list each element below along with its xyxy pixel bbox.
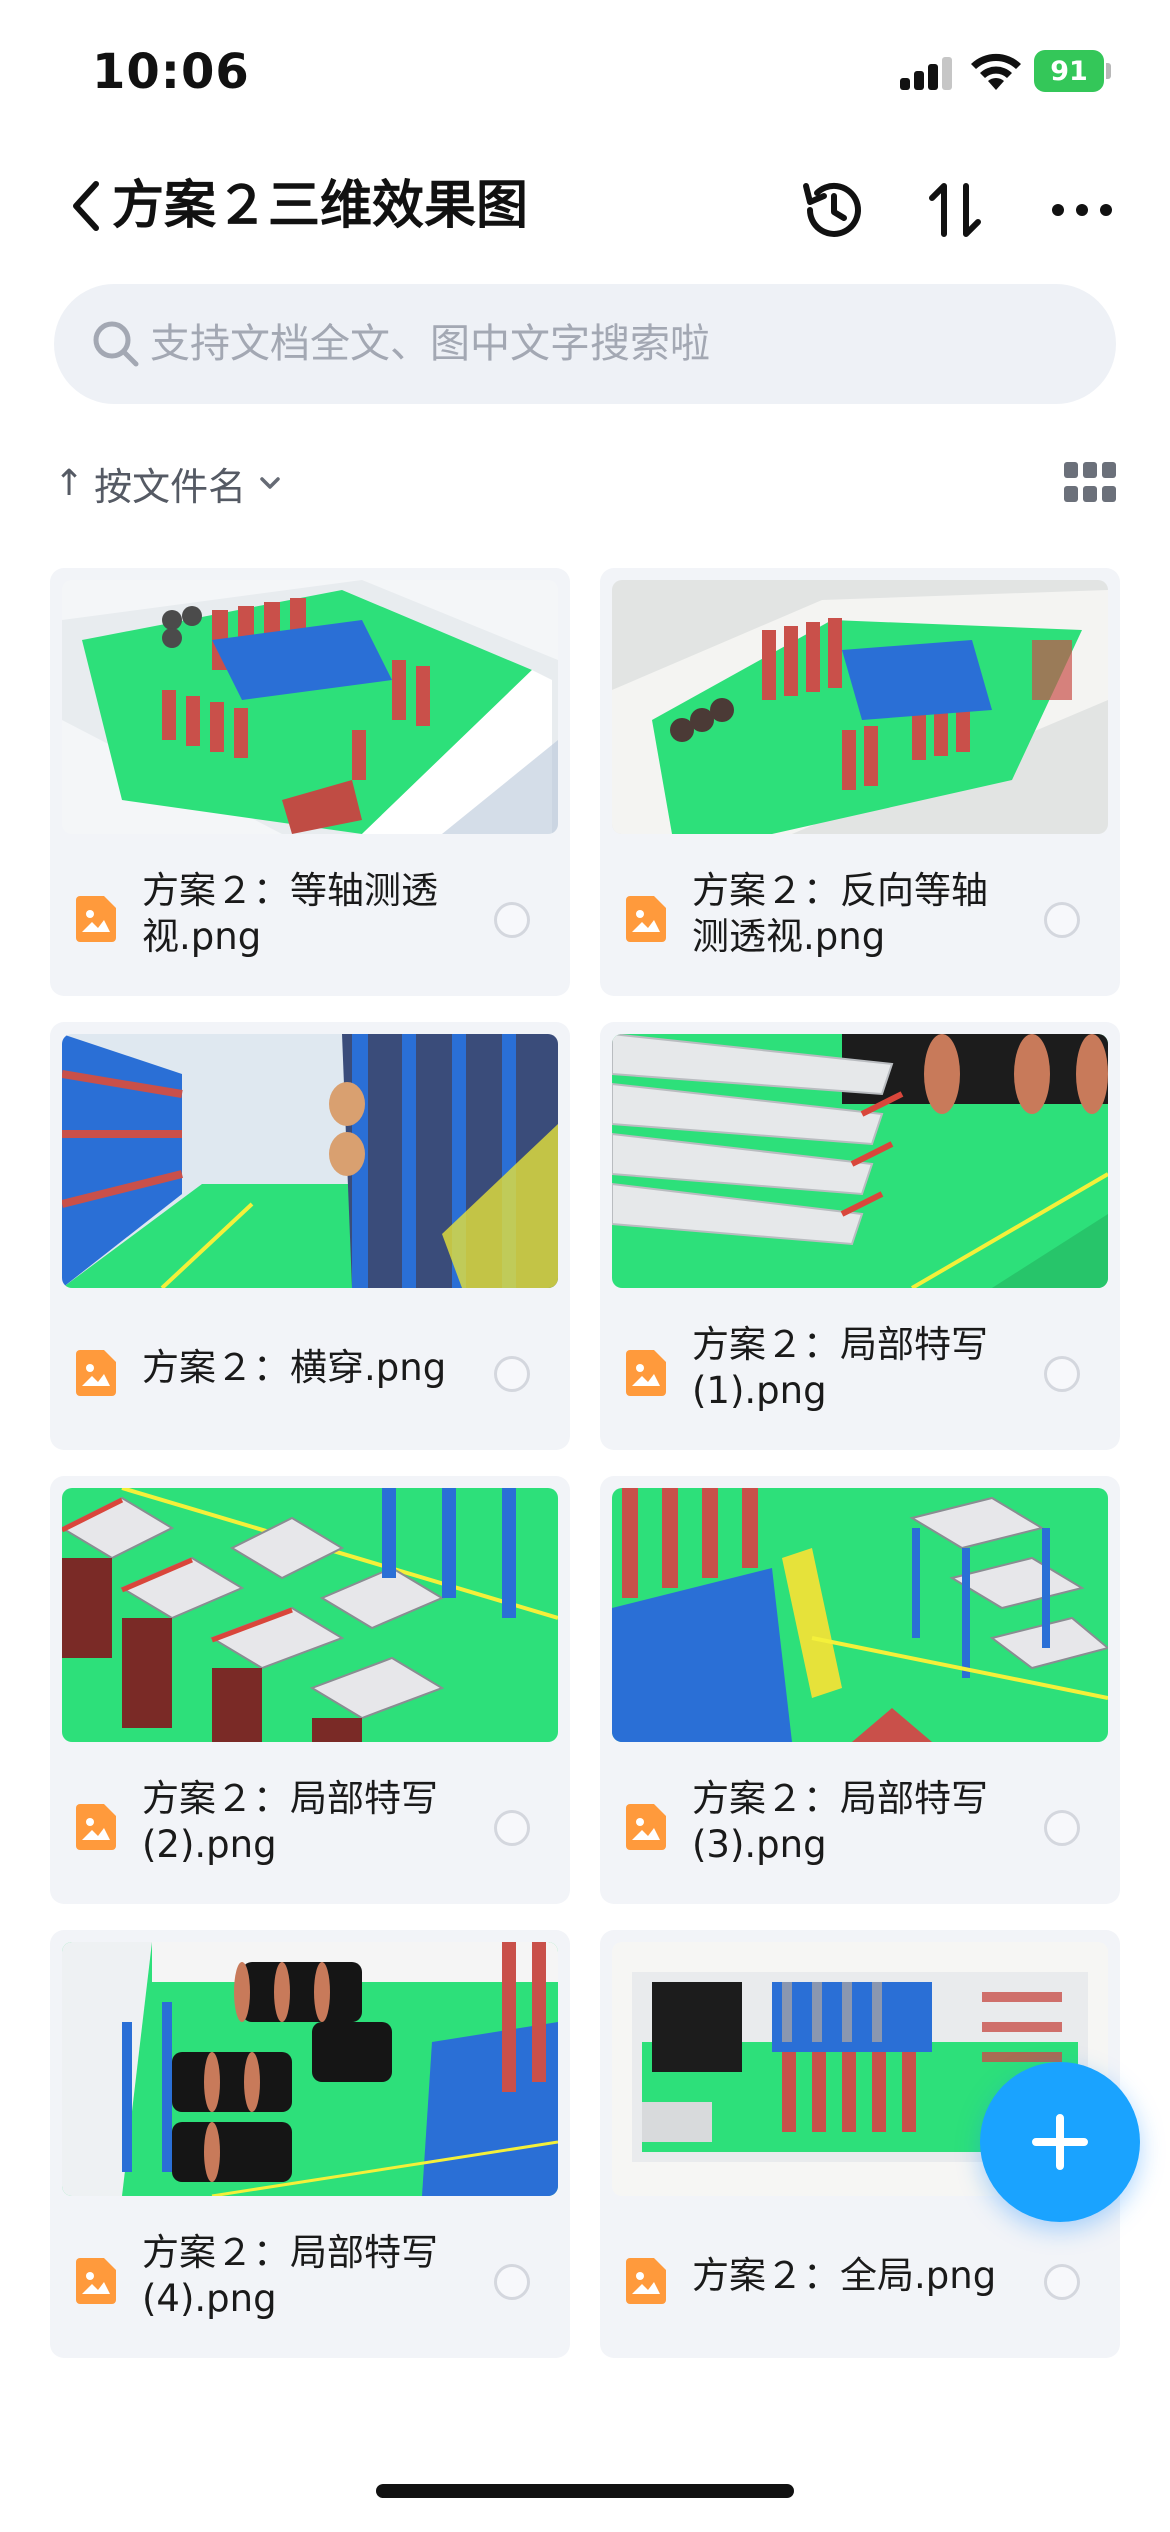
thumbnail-image: [62, 1942, 558, 2196]
battery-level: 91: [1034, 50, 1104, 92]
add-button[interactable]: [980, 2062, 1140, 2222]
thumbnail-image: [612, 580, 1108, 834]
file-name: 方案２：横穿.png: [142, 1346, 447, 1389]
select-checkbox[interactable]: [494, 1356, 530, 1392]
image-file-icon: [626, 896, 666, 942]
sort-arrow-up-icon: ↑: [54, 462, 85, 504]
page-title: 方案２三维效果图: [112, 176, 529, 236]
file-name: 方案２：局部特写(2).png: [142, 1777, 438, 1866]
select-checkbox[interactable]: [494, 902, 530, 938]
file-card[interactable]: 方案２：局部特写(4).png: [50, 1930, 570, 2358]
thumbnail-image: [62, 1034, 558, 1288]
image-file-icon: [76, 2258, 116, 2304]
search-input[interactable]: [150, 284, 1050, 404]
search-icon: [93, 321, 139, 367]
status-time: 10:06: [92, 44, 250, 100]
file-card[interactable]: 方案２：局部特写(1).png: [600, 1022, 1120, 1450]
image-file-icon: [76, 896, 116, 942]
file-card[interactable]: 方案２：横穿.png: [50, 1022, 570, 1450]
thumbnail-image: [62, 580, 558, 834]
file-name: 方案２：局部特写(3).png: [692, 1777, 988, 1866]
history-icon[interactable]: [798, 174, 870, 246]
select-checkbox[interactable]: [1044, 1356, 1080, 1392]
file-name: 方案２：等轴测透视.png: [142, 869, 438, 958]
image-file-icon: [76, 1804, 116, 1850]
file-card[interactable]: 方案２：等轴测透视.png: [50, 568, 570, 996]
plus-icon: [1032, 2114, 1088, 2170]
thumbnail-image: [612, 1034, 1108, 1288]
sort-label: 按文件名: [94, 464, 247, 509]
image-file-icon: [626, 2258, 666, 2304]
file-card[interactable]: 方案２：局部特写(3).png: [600, 1476, 1120, 1904]
thumbnail-image: [612, 1488, 1108, 1742]
file-card[interactable]: 方案２：局部特写(2).png: [50, 1476, 570, 1904]
select-checkbox[interactable]: [1044, 902, 1080, 938]
image-file-icon: [626, 1350, 666, 1396]
file-card[interactable]: 方案２：反向等轴测透视.png: [600, 568, 1120, 996]
sort-order-icon[interactable]: [920, 174, 992, 246]
select-checkbox[interactable]: [494, 2264, 530, 2300]
chevron-down-icon: [260, 477, 280, 489]
select-checkbox[interactable]: [494, 1810, 530, 1846]
image-file-icon: [76, 1350, 116, 1396]
home-indicator[interactable]: [376, 2484, 794, 2498]
wifi-icon: [971, 53, 1021, 90]
signal-icon: [900, 57, 952, 90]
image-file-icon: [626, 1804, 666, 1850]
file-name: 方案２：局部特写(4).png: [142, 2231, 438, 2320]
sort-by-name-button[interactable]: ↑ 按文件名: [54, 448, 284, 518]
more-icon[interactable]: [1046, 174, 1118, 246]
battery-icon: 91: [1034, 50, 1112, 92]
sort-bar: ↑ 按文件名: [54, 448, 1116, 518]
header: 方案２三维效果图: [0, 150, 1170, 270]
status-bar: 10:06 91: [0, 0, 1170, 150]
search-bar[interactable]: [54, 284, 1116, 404]
thumbnail-image: [62, 1488, 558, 1742]
select-checkbox[interactable]: [1044, 2264, 1080, 2300]
chevron-left-icon[interactable]: [62, 174, 110, 238]
select-checkbox[interactable]: [1044, 1810, 1080, 1846]
file-name: 方案２：反向等轴测透视.png: [692, 869, 988, 958]
grid-view-icon[interactable]: [1064, 462, 1116, 504]
file-name: 方案２：局部特写(1).png: [692, 1323, 988, 1412]
file-name: 方案２：全局.png: [692, 2254, 997, 2297]
